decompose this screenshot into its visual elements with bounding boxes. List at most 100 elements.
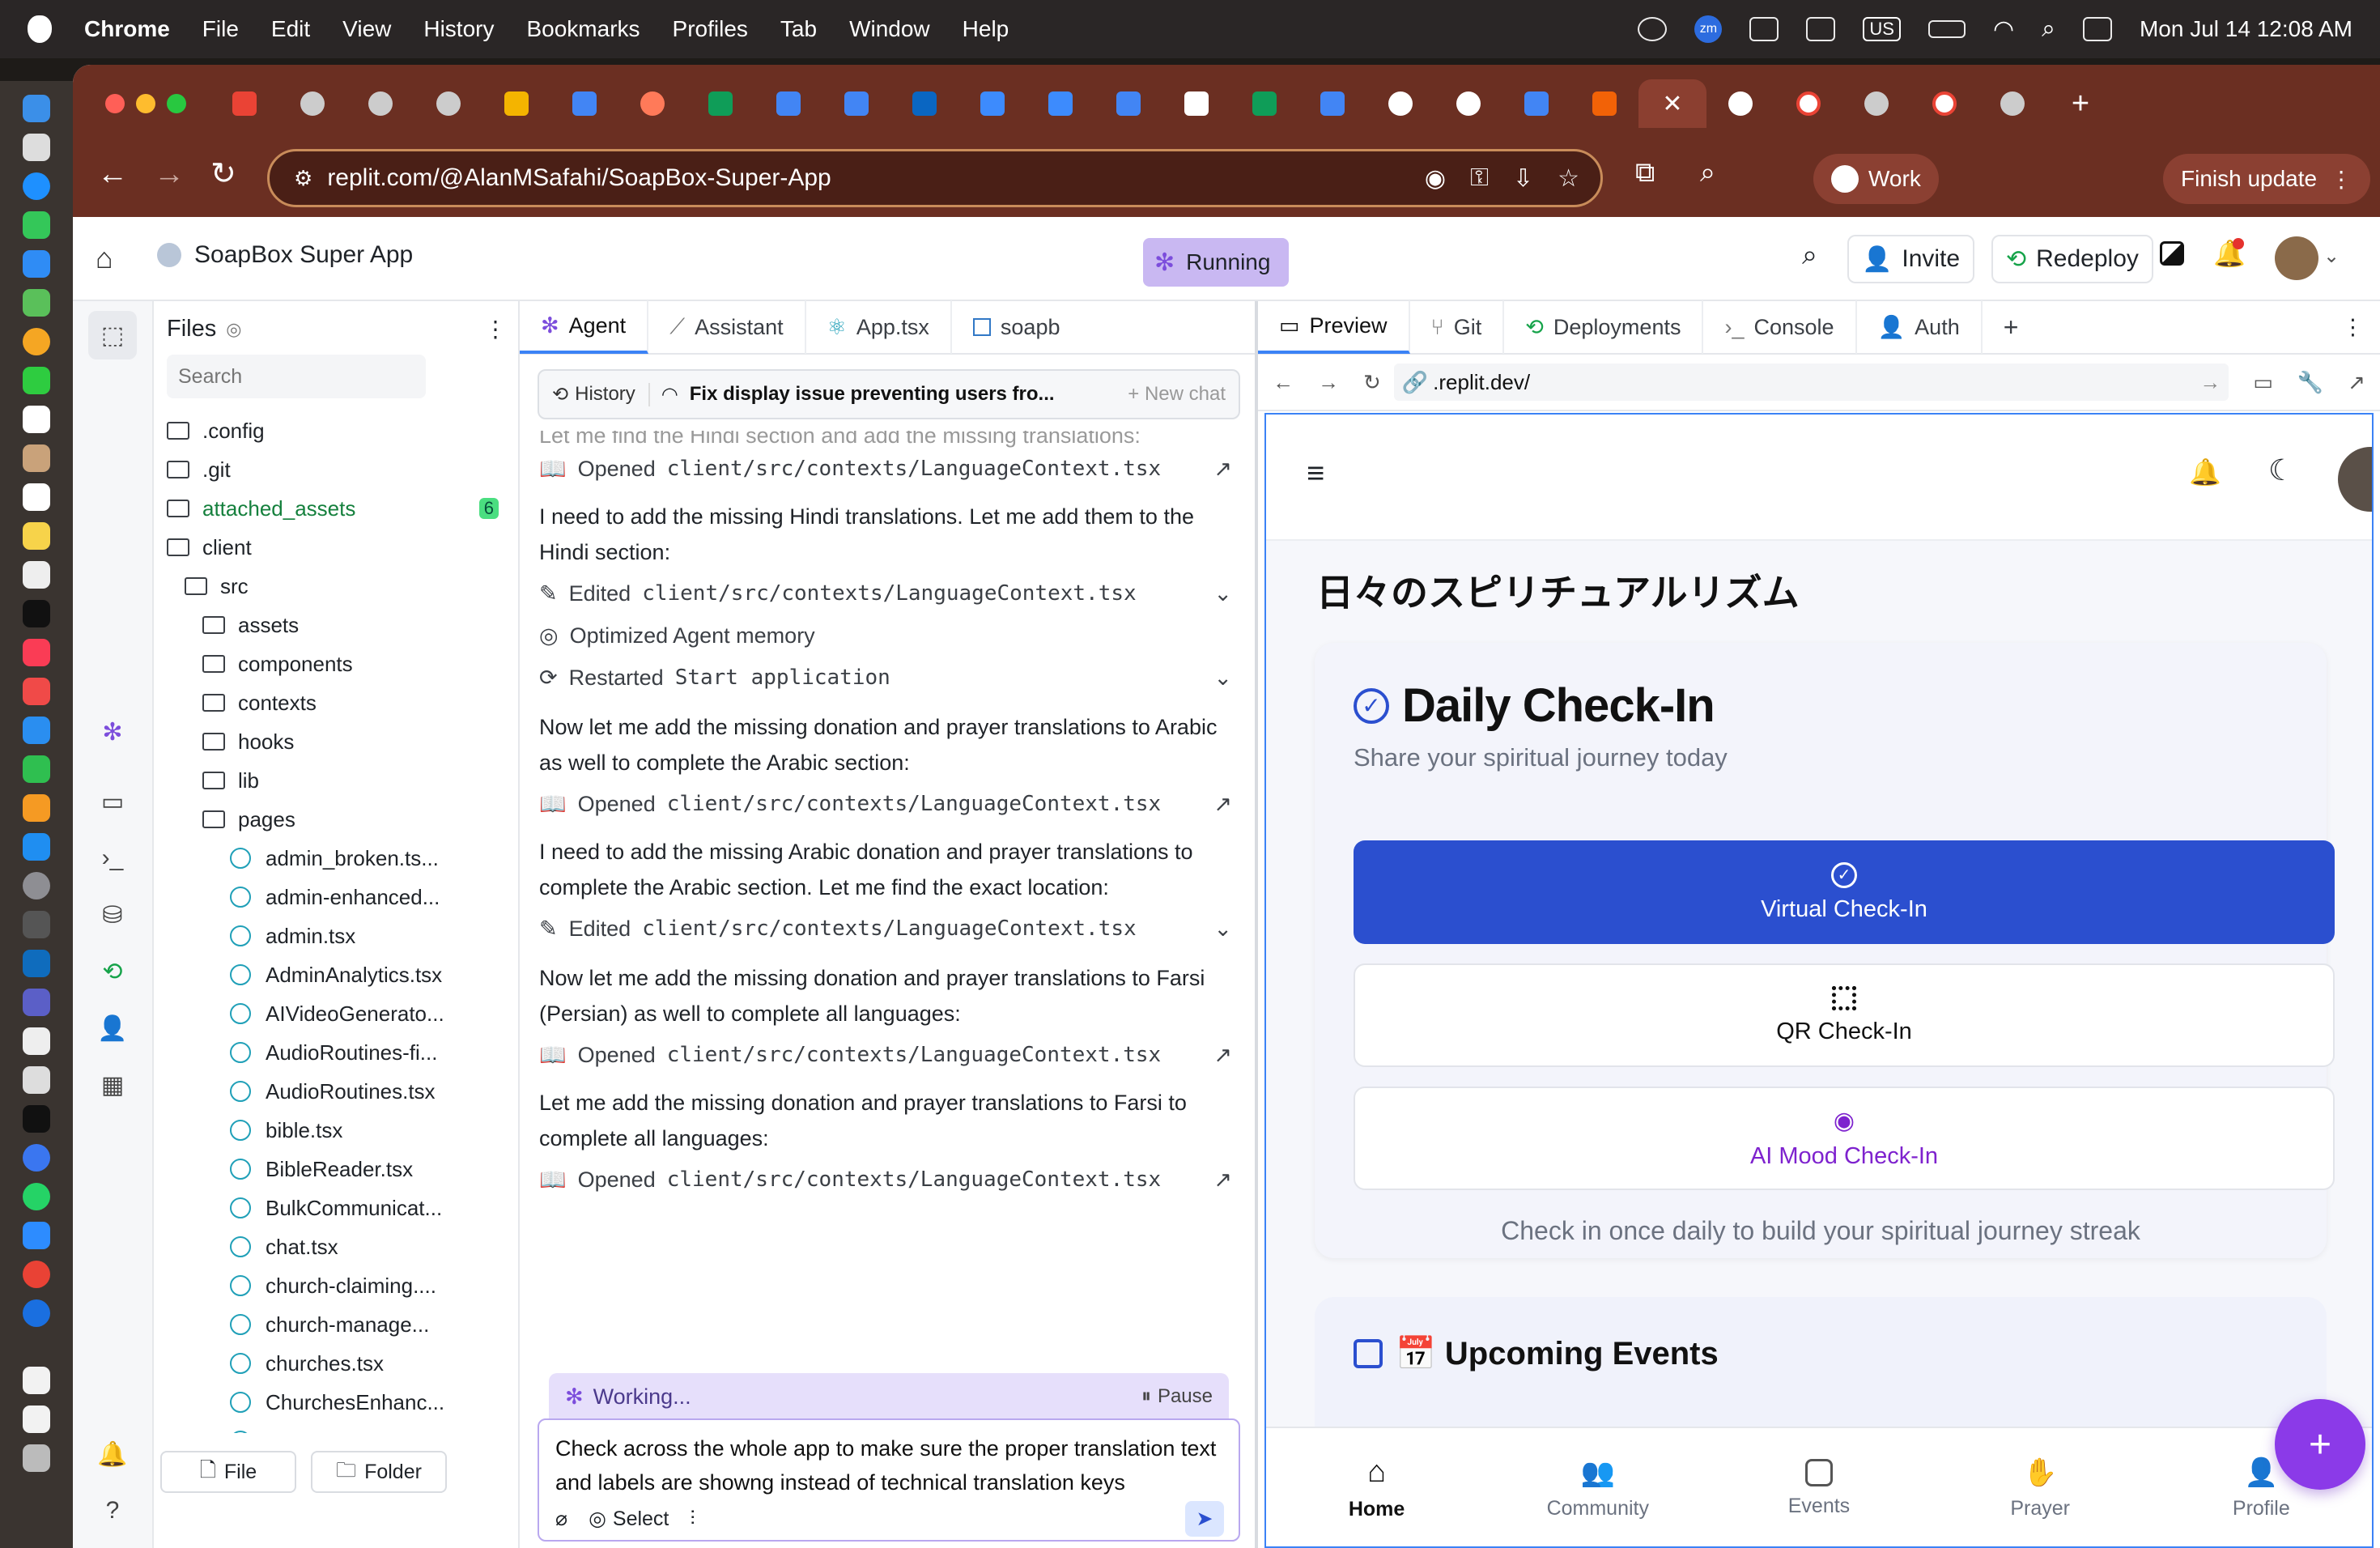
send-button[interactable]: ➤ (1185, 1501, 1224, 1537)
tab-google-2[interactable] (1910, 79, 1978, 128)
tv-icon[interactable] (23, 600, 50, 627)
settings-sliders-icon[interactable]: ⫶ (690, 1508, 695, 1531)
music-icon[interactable] (23, 639, 50, 666)
file-tree-file[interactable]: chat.tsx (167, 1227, 507, 1266)
file-tree-file[interactable]: bible.tsx (167, 1111, 507, 1150)
external-link-icon[interactable]: ↗ (1213, 1167, 1232, 1193)
repl-title[interactable]: SoapBox Super App (157, 241, 413, 269)
chrome-dock-icon[interactable] (23, 1261, 50, 1288)
site-settings-icon[interactable]: ⚙ (294, 166, 312, 191)
user-avatar[interactable] (2275, 236, 2318, 280)
settings-icon[interactable] (23, 872, 50, 899)
numbers-icon[interactable] (23, 755, 50, 783)
iphone-mirroring-icon[interactable] (23, 911, 50, 938)
preview-url[interactable]: .replit.dev/ (1433, 370, 1530, 395)
file-tree-folder[interactable]: lib (167, 761, 507, 800)
files-search-input[interactable] (167, 355, 426, 398)
file-tree-folder[interactable]: client (167, 528, 507, 567)
file-tree-file[interactable]: church-manage... (167, 1305, 507, 1344)
reminders-icon[interactable] (23, 483, 50, 511)
tab-docs-1[interactable] (550, 79, 618, 128)
tab-wave[interactable] (1162, 79, 1230, 128)
file-tree-file[interactable]: BibleReader.tsx (167, 1150, 507, 1189)
tab-docs-4[interactable] (1094, 79, 1162, 128)
auth-tool-icon[interactable]: 👤 (96, 1012, 129, 1044)
preview-tool-icon[interactable]: ▭ (96, 785, 129, 818)
file-tree-folder[interactable]: src (167, 567, 507, 606)
file-tree-file[interactable]: ChurchesEnhanc... (167, 1383, 507, 1422)
run-status-button[interactable]: ✻ Running (1143, 238, 1289, 287)
apple-menu-icon[interactable] (28, 15, 52, 43)
tab-google-1[interactable] (1774, 79, 1842, 128)
file-tree-folder[interactable]: contexts (167, 683, 507, 722)
tab-git[interactable]: ⑂ Git (1410, 300, 1505, 354)
battery-icon[interactable] (1927, 20, 1966, 38)
deployments-tool-icon[interactable]: ⟲ (96, 955, 129, 988)
location-icon[interactable]: ◉ (1425, 164, 1446, 193)
tab-compass-2[interactable] (1026, 79, 1094, 128)
app-profile-avatar[interactable] (2338, 447, 2372, 512)
tab-auth[interactable]: 👤 Auth (1857, 300, 1983, 354)
terminal-icon[interactable] (23, 1105, 50, 1133)
launchpad-icon[interactable] (23, 134, 50, 161)
pause-button[interactable]: ⏸ Pause (1141, 1385, 1213, 1408)
file-tree-file[interactable]: AudioRoutines.tsx (167, 1072, 507, 1111)
action-edited-2[interactable]: ✎ Edited client/src/contexts/LanguageCon… (539, 910, 1232, 947)
tab-linkedin[interactable] (890, 79, 958, 128)
signal-icon[interactable] (23, 1144, 50, 1172)
reload-icon[interactable]: ↻ (210, 155, 236, 192)
tab-preview[interactable]: ▭ Preview (1258, 300, 1410, 354)
file-tree-file[interactable]: admin.tsx (167, 916, 507, 955)
freeform-icon[interactable] (23, 561, 50, 589)
chat-input-box[interactable]: Check across the whole app to make sure … (538, 1418, 1240, 1542)
files-tool-icon[interactable]: ⬚ (88, 311, 137, 359)
forward-arrow-icon[interactable]: → (154, 157, 185, 192)
file-tree-folder[interactable]: .config (167, 411, 507, 450)
calendar-icon[interactable] (23, 406, 50, 433)
mail-icon[interactable] (23, 250, 50, 278)
tab-hubspot[interactable] (618, 79, 686, 128)
agent-tool-icon[interactable]: ✻ (96, 716, 129, 748)
input-source-indicator[interactable]: US (1863, 17, 1901, 41)
preview-app-icon[interactable] (23, 1066, 50, 1094)
device-icon[interactable]: ▭ (2253, 370, 2273, 395)
file-tree-folder[interactable]: assets (167, 606, 507, 644)
file-tree-folder[interactable]: pages (167, 800, 507, 839)
finder-icon[interactable] (23, 95, 50, 122)
tab-console[interactable]: ›_ Console (1703, 300, 1857, 354)
file-tree-folder[interactable]: attached_assets 6 (167, 489, 507, 528)
vpn-icon[interactable] (1638, 17, 1668, 41)
document-icon[interactable] (23, 1367, 50, 1394)
tab-globe-1[interactable] (278, 79, 346, 128)
menu-edit[interactable]: Edit (271, 16, 310, 42)
tab-globe-3[interactable] (414, 79, 482, 128)
tab-drive[interactable] (482, 79, 550, 128)
ai-mood-checkin-button[interactable]: ◉ AI Mood Check-In (1354, 1087, 2335, 1190)
attach-paperclip-icon[interactable]: ⌀ (555, 1507, 567, 1531)
tab-github-2[interactable] (1706, 79, 1774, 128)
pages-icon[interactable] (23, 794, 50, 822)
file-tree-file[interactable]: BulkCommunicat... (167, 1189, 507, 1227)
install-app-icon[interactable]: ⇩ (1513, 164, 1533, 193)
preview-back-icon[interactable]: ← (1273, 370, 1294, 395)
files-menu-icon[interactable]: ⋮ (484, 316, 507, 342)
chevron-down-icon[interactable]: ⌄ (1213, 916, 1232, 942)
menu-file[interactable]: File (202, 16, 239, 42)
tab-soapbox[interactable]: soapb (952, 300, 1082, 354)
trash-icon[interactable] (23, 1444, 50, 1472)
news-icon[interactable] (23, 678, 50, 705)
pane-menu-icon[interactable]: ⋮ (2342, 315, 2364, 340)
app-store-icon[interactable] (23, 833, 50, 861)
shell-tool-icon[interactable]: ›_ (96, 842, 129, 874)
menu-profiles[interactable]: Profiles (673, 16, 748, 42)
tab-app-tsx[interactable]: ⚛ App.tsx (806, 300, 952, 354)
menu-help[interactable]: Help (963, 16, 1009, 42)
tab-agent[interactable]: ✻ Agent (520, 300, 649, 354)
tab-search-icon[interactable]: ⌕ (1700, 157, 1715, 189)
tab-globe-2[interactable] (346, 79, 414, 128)
dark-mode-moon-icon[interactable]: ☾ (2268, 453, 2294, 487)
file-tree-file[interactable]: churches.tsx (167, 1344, 507, 1383)
profile-button[interactable]: Work (1813, 154, 1939, 204)
nav-home[interactable]: ⌂ Home (1296, 1455, 1458, 1521)
all-tools-icon[interactable]: ▦ (96, 1069, 129, 1101)
